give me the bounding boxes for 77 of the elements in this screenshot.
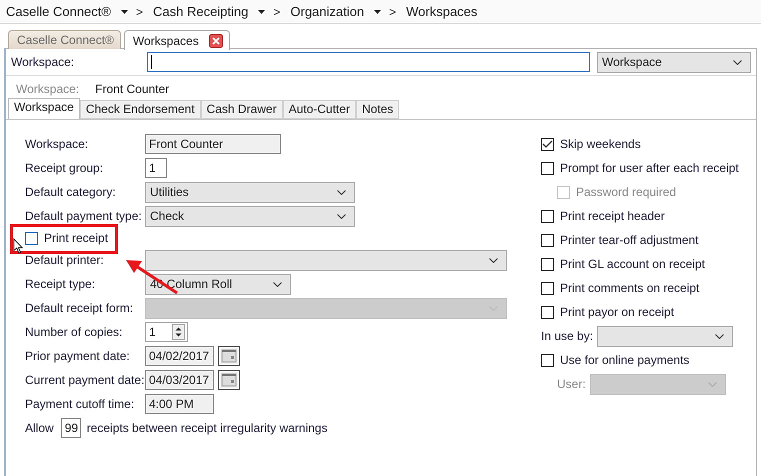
field-label: Allow — [25, 421, 54, 435]
field-label: Default payment type: — [25, 209, 143, 223]
number-spinner[interactable]: 1 — [145, 322, 188, 342]
checkbox-label: Print GL account on receipt — [560, 257, 705, 271]
tab[interactable]: Workspace — [8, 98, 80, 120]
checkbox-label: Password required — [576, 185, 676, 199]
close-icon[interactable] — [208, 34, 223, 48]
field-label: Receipt group: — [25, 161, 104, 175]
field-label: receipts between receipt irregularity warnings — [86, 421, 328, 435]
breadcrumb-item[interactable]: Caselle Connect® — [6, 4, 111, 19]
field-label: Receipt type: — [25, 277, 96, 291]
chevron-down-icon[interactable] — [337, 214, 346, 218]
tab[interactable]: Check Endorsement — [80, 100, 201, 119]
window-tab[interactable]: Caselle Connect® — [8, 30, 121, 49]
caret-icon[interactable] — [120, 10, 128, 14]
window-tab[interactable]: Workspaces — [124, 30, 230, 50]
mouse-cursor-icon — [13, 238, 23, 254]
checkbox[interactable] — [541, 210, 554, 222]
breadcrumb-item[interactable]: Organization — [290, 4, 364, 19]
tab-label: Caselle Connect® — [17, 33, 114, 47]
count-field[interactable]: 99 — [60, 418, 81, 438]
type-dropdown[interactable]: Workspace — [597, 52, 751, 72]
checkbox[interactable] — [541, 354, 554, 366]
tab[interactable]: Cash Drawer — [200, 100, 283, 119]
checkbox-label: Print receipt header — [560, 209, 665, 223]
text-field[interactable]: Front Counter — [145, 134, 281, 154]
dropdown[interactable]: Check — [145, 206, 355, 226]
chevron-down-icon[interactable] — [715, 334, 724, 338]
checkbox[interactable] — [541, 282, 554, 294]
checkbox[interactable] — [541, 234, 554, 246]
field-label: Workspace: — [16, 82, 80, 98]
checkbox-label: Use for online payments — [560, 353, 690, 367]
checkbox-label: Skip weekends — [560, 137, 641, 151]
checkbox[interactable] — [541, 162, 554, 174]
checkbox-label: Print comments on receipt — [560, 281, 700, 295]
checkbox-label: Prompt for user after each receipt — [560, 161, 739, 175]
checkbox-label: Printer tear-off adjustment — [560, 233, 699, 247]
text-field[interactable]: 4:00 PM — [145, 394, 214, 414]
chevron-down-icon[interactable] — [733, 60, 742, 64]
workspace-name: Front Counter — [95, 82, 170, 98]
calendar-icon[interactable] — [218, 370, 240, 390]
breadcrumb-item[interactable]: Cash Receipting — [152, 4, 248, 19]
chevron-down-icon[interactable] — [489, 258, 498, 262]
field-label: In use by: — [541, 329, 594, 343]
checkbox[interactable] — [25, 232, 38, 244]
field-label: Default printer: — [25, 253, 105, 267]
caret-icon[interactable] — [258, 10, 266, 14]
field-label: Payment cutoff time: — [25, 397, 136, 411]
checkbox[interactable] — [541, 258, 554, 270]
breadcrumb-separator: > — [273, 4, 280, 18]
date-field[interactable]: 04/02/2017 — [145, 346, 214, 366]
caret-icon[interactable] — [374, 10, 382, 14]
tab[interactable]: Notes — [356, 100, 400, 119]
checkbox[interactable] — [541, 138, 554, 150]
field-label: Default receipt form: — [25, 301, 134, 315]
tab-label: Workspaces — [132, 34, 199, 48]
checkbox-label: Print payor on receipt — [560, 305, 674, 319]
field-label: Current payment date: — [25, 373, 145, 387]
dropdown[interactable]: Utilities — [145, 182, 355, 202]
field-label: Number of copies: — [25, 325, 124, 339]
field-label: User: — [557, 377, 587, 391]
chevron-down-icon[interactable] — [273, 282, 282, 286]
text-field[interactable]: 1 — [145, 158, 167, 178]
field-label: Workspace: — [25, 137, 90, 151]
field-label: Prior payment date: — [25, 349, 131, 363]
calendar-icon[interactable] — [218, 346, 240, 366]
checkbox[interactable] — [541, 306, 554, 318]
date-field[interactable]: 04/03/2017 — [145, 370, 214, 390]
breadcrumb-item[interactable]: Workspaces — [406, 4, 478, 19]
search-field[interactable] — [147, 52, 590, 72]
field-label: Workspace: — [11, 55, 76, 69]
breadcrumb-separator: > — [136, 4, 143, 18]
breadcrumb-separator: > — [389, 4, 396, 18]
checkbox-label: Print receipt — [44, 231, 108, 245]
chevron-down-icon[interactable] — [337, 190, 346, 194]
tab[interactable]: Auto-Cutter — [282, 100, 356, 119]
field-label: Default category: — [25, 185, 117, 199]
